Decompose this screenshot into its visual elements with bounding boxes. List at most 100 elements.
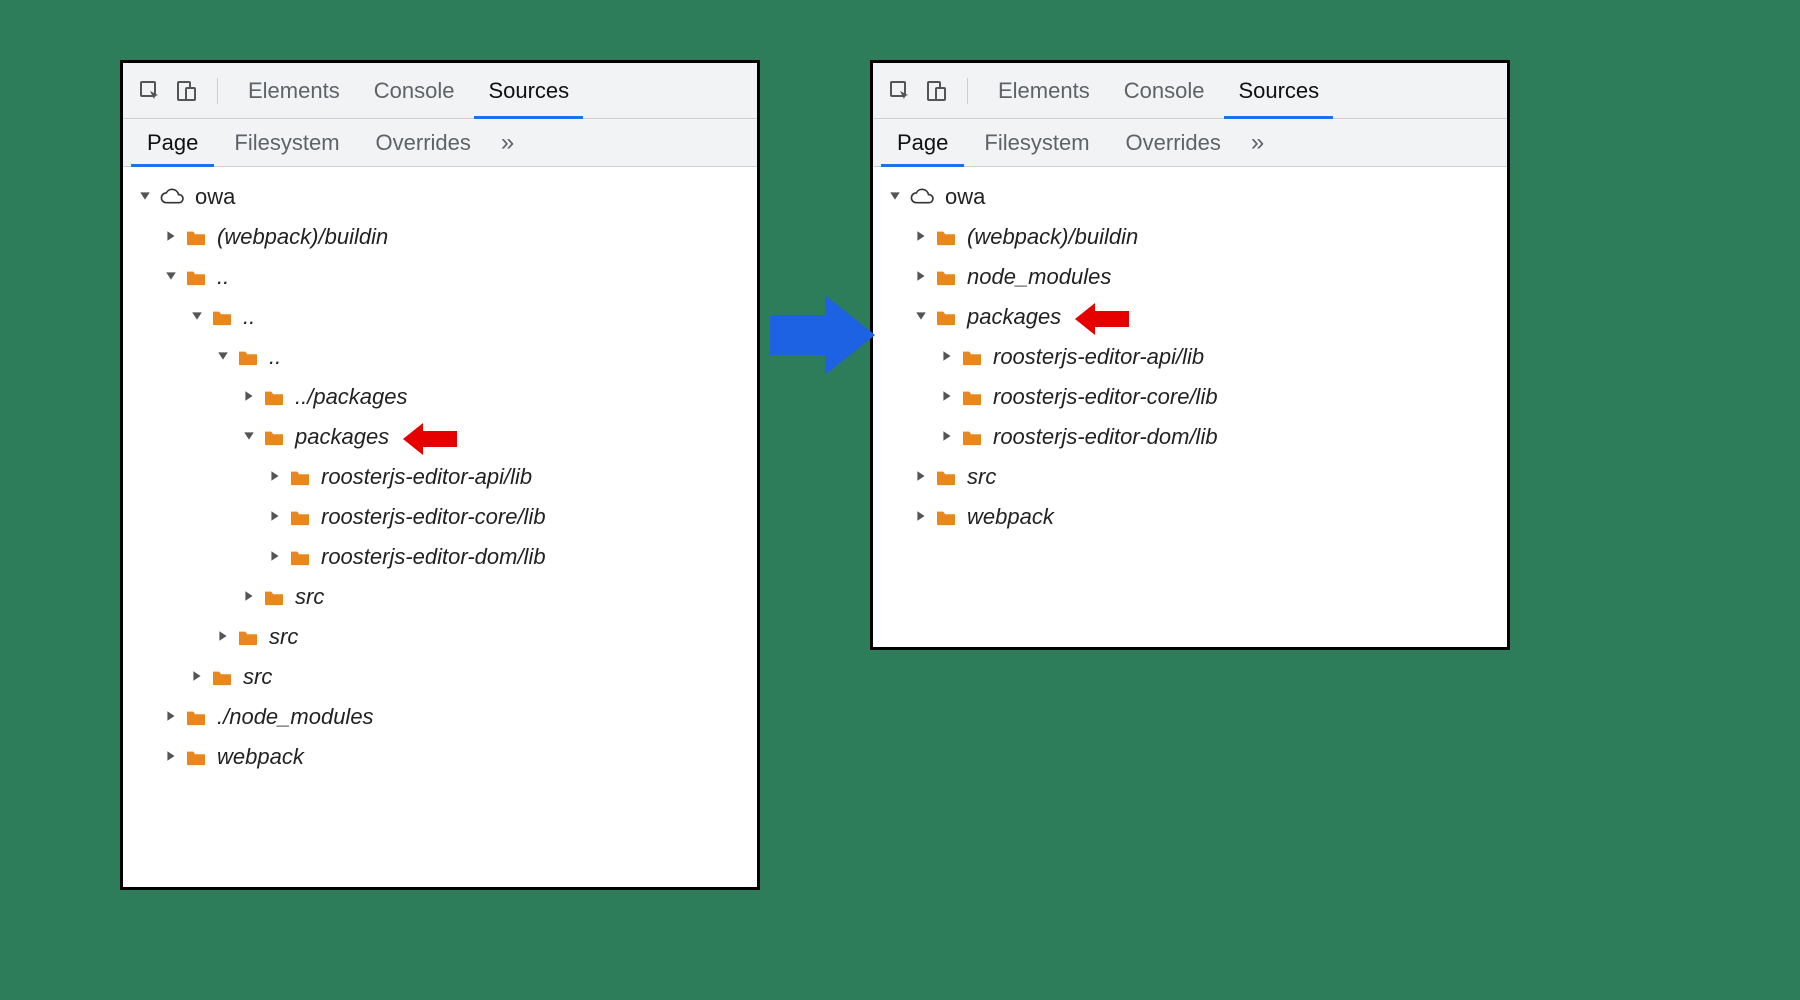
cloud-icon bbox=[159, 188, 185, 206]
tree-row[interactable]: roosterjs-editor-api/lib bbox=[129, 457, 751, 497]
disclosure-triangle-down-icon[interactable] bbox=[889, 190, 903, 204]
tree-item-label: webpack bbox=[217, 744, 304, 770]
tree-row[interactable]: ../packages bbox=[129, 377, 751, 417]
tree-item-label: packages bbox=[295, 424, 389, 450]
tree-row[interactable]: ./node_modules bbox=[129, 697, 751, 737]
disclosure-triangle-right-icon[interactable] bbox=[941, 390, 955, 404]
toolbar-separator bbox=[967, 78, 968, 104]
folder-icon bbox=[263, 428, 285, 446]
tree-row[interactable]: .. bbox=[129, 297, 751, 337]
tree-row[interactable]: roosterjs-editor-core/lib bbox=[129, 497, 751, 537]
tree-row[interactable]: (webpack)/buildin bbox=[129, 217, 751, 257]
disclosure-triangle-right-icon[interactable] bbox=[941, 430, 955, 444]
tab-elements[interactable]: Elements bbox=[234, 63, 354, 118]
tree-item-label: node_modules bbox=[967, 264, 1111, 290]
subtab-filesystem[interactable]: Filesystem bbox=[968, 119, 1105, 166]
tree-row[interactable]: roosterjs-editor-api/lib bbox=[879, 337, 1501, 377]
disclosure-triangle-down-icon[interactable] bbox=[217, 350, 231, 364]
subtab-overrides-label: Overrides bbox=[1126, 130, 1221, 156]
tree-row[interactable]: .. bbox=[129, 337, 751, 377]
tree-item-label: (webpack)/buildin bbox=[967, 224, 1138, 250]
folder-icon bbox=[237, 348, 259, 366]
tab-elements-label: Elements bbox=[998, 78, 1090, 104]
tree-row[interactable]: webpack bbox=[879, 497, 1501, 537]
tree-row[interactable]: .. bbox=[129, 257, 751, 297]
subtab-filesystem[interactable]: Filesystem bbox=[218, 119, 355, 166]
tree-item-label: owa bbox=[945, 184, 985, 210]
tree-item-label: src bbox=[967, 464, 996, 490]
disclosure-triangle-right-icon[interactable] bbox=[915, 470, 929, 484]
tab-elements[interactable]: Elements bbox=[984, 63, 1104, 118]
tree-item-label: roosterjs-editor-core/lib bbox=[321, 504, 546, 530]
folder-icon bbox=[263, 588, 285, 606]
subtab-more-icon[interactable]: » bbox=[491, 129, 524, 157]
disclosure-triangle-right-icon[interactable] bbox=[915, 230, 929, 244]
tree-row[interactable]: roosterjs-editor-dom/lib bbox=[879, 417, 1501, 457]
tree-row[interactable]: owa bbox=[879, 177, 1501, 217]
tree-item-label: src bbox=[295, 584, 324, 610]
tree-row[interactable]: node_modules bbox=[879, 257, 1501, 297]
subtab-page[interactable]: Page bbox=[881, 119, 964, 166]
subtab-overrides[interactable]: Overrides bbox=[360, 119, 487, 166]
device-toggle-icon[interactable] bbox=[171, 76, 201, 106]
inspect-element-icon[interactable] bbox=[135, 76, 165, 106]
subtab-overrides[interactable]: Overrides bbox=[1110, 119, 1237, 166]
disclosure-triangle-down-icon[interactable] bbox=[139, 190, 153, 204]
tree-row[interactable]: roosterjs-editor-core/lib bbox=[879, 377, 1501, 417]
disclosure-triangle-right-icon[interactable] bbox=[217, 630, 231, 644]
sources-subtabs: Page Filesystem Overrides » bbox=[123, 119, 757, 167]
folder-icon bbox=[185, 708, 207, 726]
disclosure-triangle-down-icon[interactable] bbox=[191, 310, 205, 324]
disclosure-triangle-right-icon[interactable] bbox=[165, 710, 179, 724]
tab-sources-label: Sources bbox=[488, 78, 569, 104]
annotation-red-arrow bbox=[1073, 301, 1129, 337]
tree-row[interactable]: owa bbox=[129, 177, 751, 217]
tree-item-label: roosterjs-editor-dom/lib bbox=[321, 544, 546, 570]
tab-elements-label: Elements bbox=[248, 78, 340, 104]
disclosure-triangle-right-icon[interactable] bbox=[269, 550, 283, 564]
disclosure-triangle-right-icon[interactable] bbox=[165, 230, 179, 244]
tree-row[interactable]: (webpack)/buildin bbox=[879, 217, 1501, 257]
tree-row[interactable]: roosterjs-editor-dom/lib bbox=[129, 537, 751, 577]
disclosure-triangle-right-icon[interactable] bbox=[191, 670, 205, 684]
tab-console[interactable]: Console bbox=[1110, 63, 1219, 118]
tree-row[interactable]: packages bbox=[129, 417, 751, 457]
subtab-filesystem-label: Filesystem bbox=[984, 130, 1089, 156]
disclosure-triangle-down-icon[interactable] bbox=[165, 270, 179, 284]
tab-sources[interactable]: Sources bbox=[474, 63, 583, 118]
disclosure-triangle-right-icon[interactable] bbox=[915, 270, 929, 284]
disclosure-triangle-right-icon[interactable] bbox=[165, 750, 179, 764]
subtab-page[interactable]: Page bbox=[131, 119, 214, 166]
tree-item-label: webpack bbox=[967, 504, 1054, 530]
tab-console[interactable]: Console bbox=[360, 63, 469, 118]
tree-row[interactable]: src bbox=[129, 577, 751, 617]
source-tree-after: owa (webpack)/buildin node_modules packages… bbox=[873, 167, 1507, 547]
disclosure-triangle-right-icon[interactable] bbox=[243, 590, 257, 604]
folder-icon bbox=[211, 668, 233, 686]
disclosure-triangle-right-icon[interactable] bbox=[941, 350, 955, 364]
subtab-more-label: » bbox=[1251, 129, 1264, 156]
devtools-toolbar: Elements Console Sources bbox=[123, 63, 757, 119]
disclosure-triangle-right-icon[interactable] bbox=[243, 390, 257, 404]
disclosure-triangle-right-icon[interactable] bbox=[915, 510, 929, 524]
tree-row[interactable]: packages bbox=[879, 297, 1501, 337]
device-toggle-icon[interactable] bbox=[921, 76, 951, 106]
toolbar-separator bbox=[217, 78, 218, 104]
disclosure-triangle-right-icon[interactable] bbox=[269, 470, 283, 484]
tree-row[interactable]: src bbox=[879, 457, 1501, 497]
disclosure-triangle-down-icon[interactable] bbox=[243, 430, 257, 444]
sources-subtabs: Page Filesystem Overrides » bbox=[873, 119, 1507, 167]
inspect-element-icon[interactable] bbox=[885, 76, 915, 106]
tree-row[interactable]: src bbox=[129, 657, 751, 697]
subtab-page-label: Page bbox=[897, 130, 948, 156]
annotation-red-arrow bbox=[401, 421, 457, 457]
disclosure-triangle-down-icon[interactable] bbox=[915, 310, 929, 324]
tree-row[interactable]: webpack bbox=[129, 737, 751, 777]
tree-item-label: roosterjs-editor-dom/lib bbox=[993, 424, 1218, 450]
subtab-more-icon[interactable]: » bbox=[1241, 129, 1274, 157]
tab-console-label: Console bbox=[1124, 78, 1205, 104]
tree-row[interactable]: src bbox=[129, 617, 751, 657]
disclosure-triangle-right-icon[interactable] bbox=[269, 510, 283, 524]
tab-sources[interactable]: Sources bbox=[1224, 63, 1333, 118]
folder-icon bbox=[935, 468, 957, 486]
